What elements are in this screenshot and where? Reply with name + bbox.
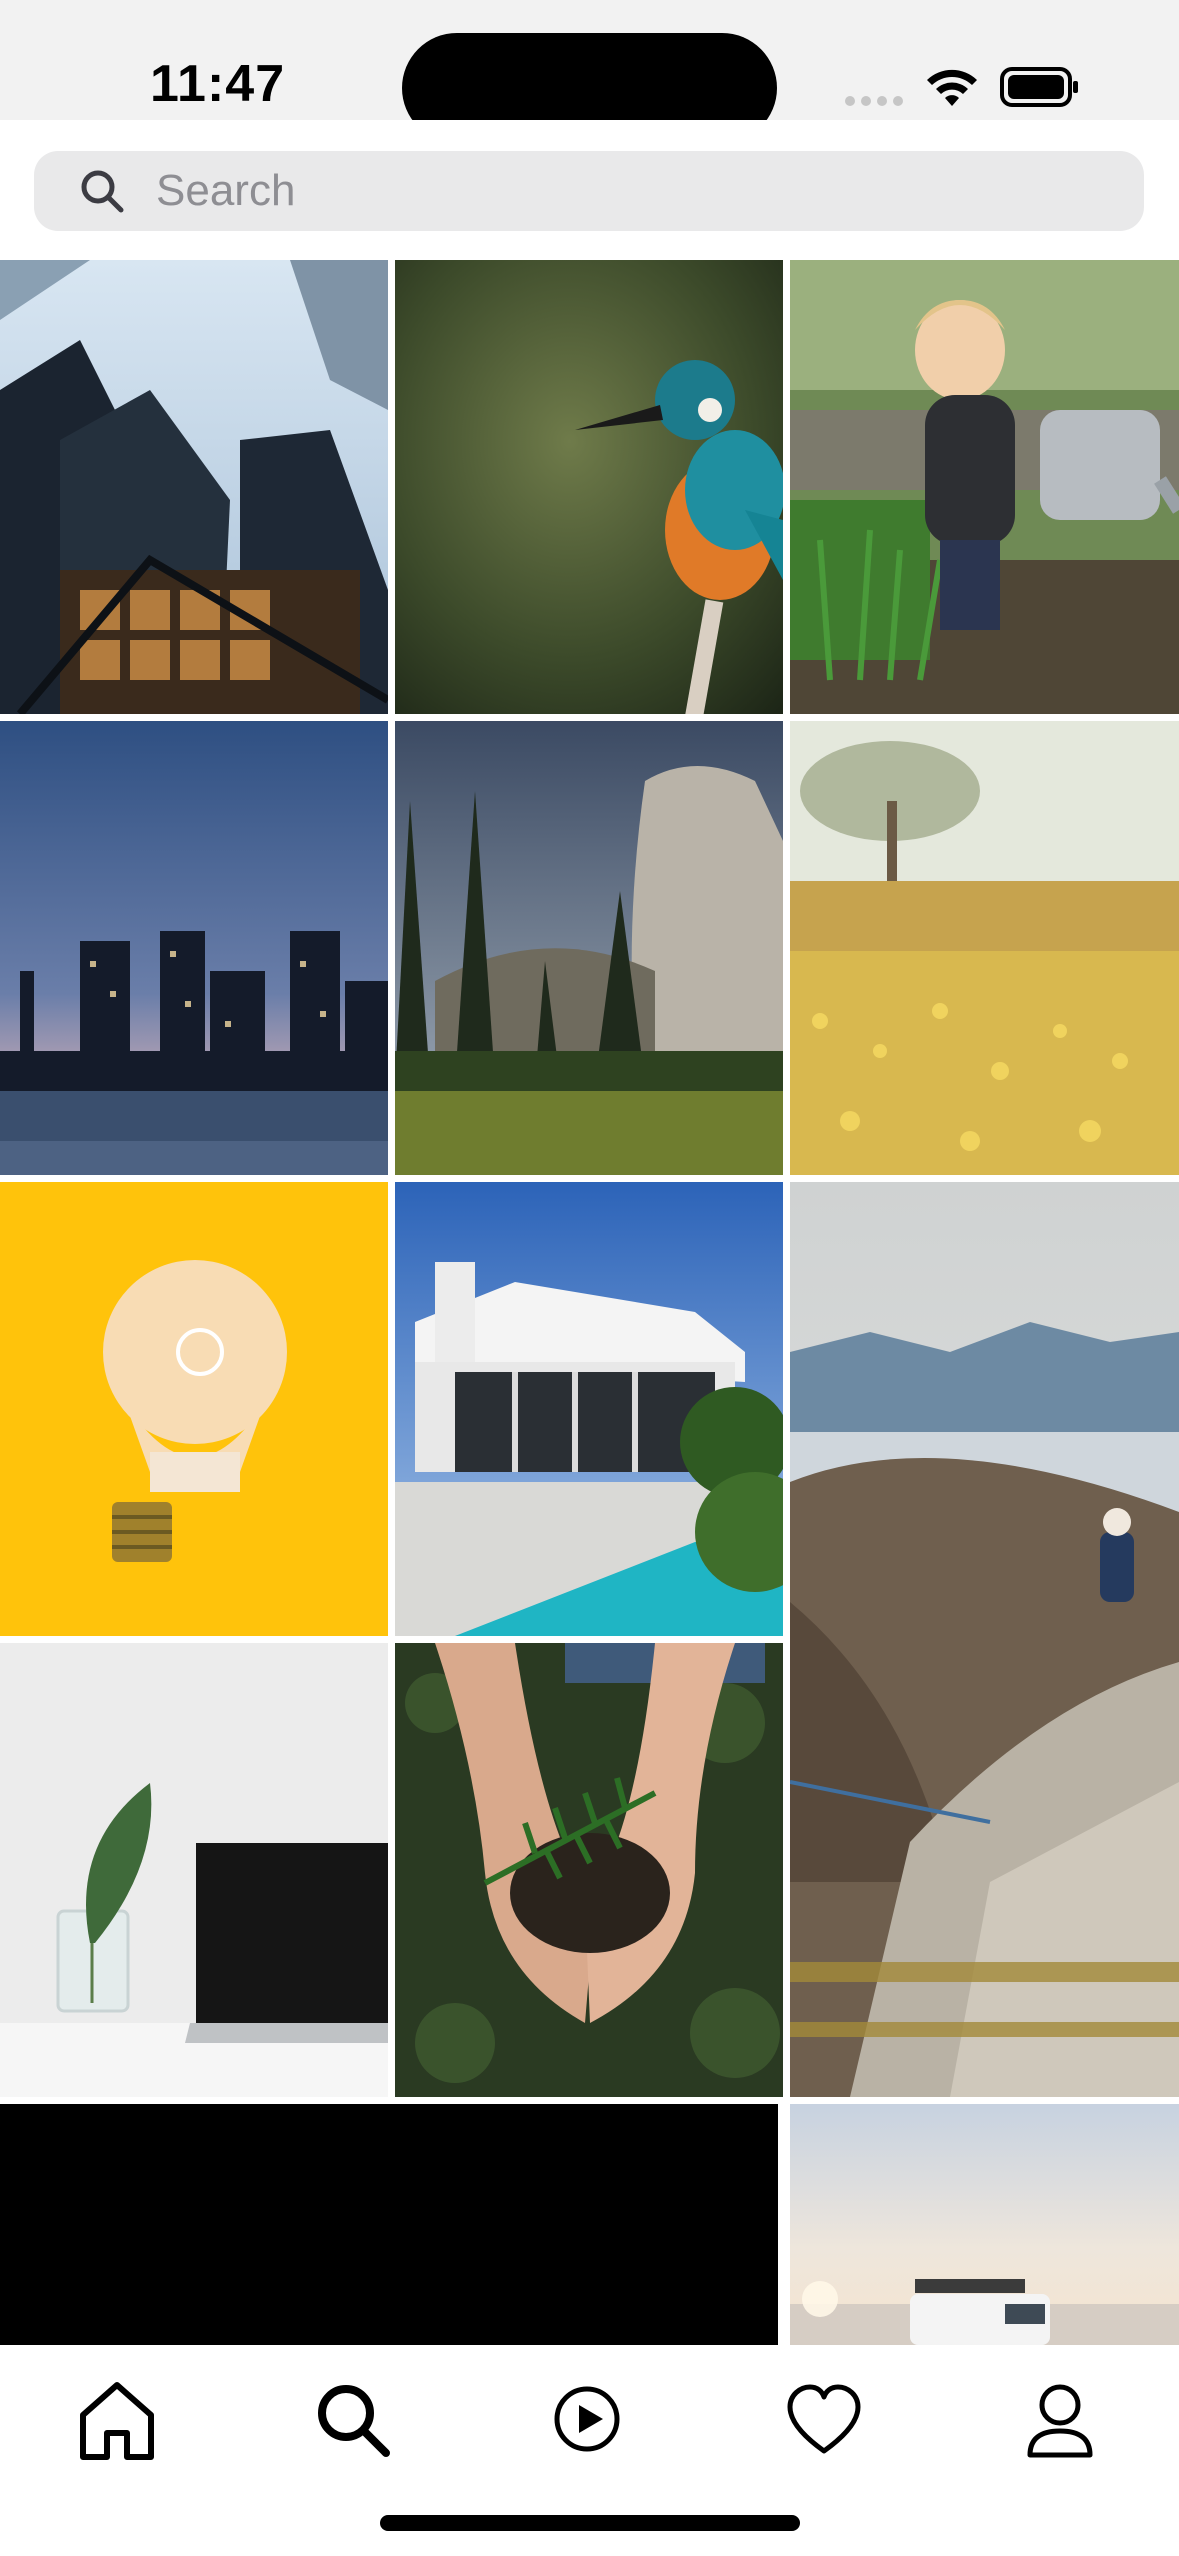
grid-tile-modern-house[interactable] <box>395 1182 783 1636</box>
grid-tile-skyscrapers[interactable] <box>0 260 388 714</box>
grid-tile-dark-video[interactable] <box>0 2104 778 2345</box>
tab-home[interactable] <box>69 2371 165 2467</box>
status-time: 11:47 <box>150 55 286 113</box>
grid-tile-granite-cliff[interactable] <box>395 721 783 1175</box>
wifi-icon <box>925 66 979 108</box>
home-indicator[interactable] <box>380 2515 800 2531</box>
grid-tile-city-skyline[interactable] <box>0 721 388 1175</box>
battery-icon <box>1000 67 1080 107</box>
cellular-signal-icon <box>845 96 905 108</box>
tab-reels[interactable] <box>539 2371 635 2467</box>
status-bar: 11:47 <box>0 0 1179 143</box>
search-bar[interactable] <box>34 151 1144 231</box>
search-icon <box>318 2385 390 2457</box>
tab-activity[interactable] <box>776 2371 872 2467</box>
tab-profile[interactable] <box>1012 2371 1108 2467</box>
home-icon <box>80 2382 154 2460</box>
grid-tile-hands-seedling[interactable] <box>395 1643 783 2097</box>
explore-screen: 11:47 <box>0 0 1179 2556</box>
tab-search[interactable] <box>304 2371 400 2467</box>
grid-tile-child-watering[interactable] <box>790 260 1179 714</box>
heart-icon <box>787 2384 861 2454</box>
explore-grid <box>0 260 1179 2345</box>
grid-tile-white-van[interactable] <box>790 2104 1179 2345</box>
grid-tile-climbers[interactable] <box>790 1182 1179 2097</box>
search-icon <box>78 167 126 215</box>
grid-tile-kingfisher[interactable] <box>395 260 783 714</box>
grid-tile-meadow-tree[interactable] <box>790 721 1179 1175</box>
grid-tile-lightbulb[interactable] <box>0 1182 388 1636</box>
play-circle-icon <box>554 2386 620 2452</box>
grid-tile-laptop-plant[interactable] <box>0 1643 388 2097</box>
search-input[interactable] <box>156 151 1056 231</box>
profile-icon <box>1027 2384 1093 2458</box>
